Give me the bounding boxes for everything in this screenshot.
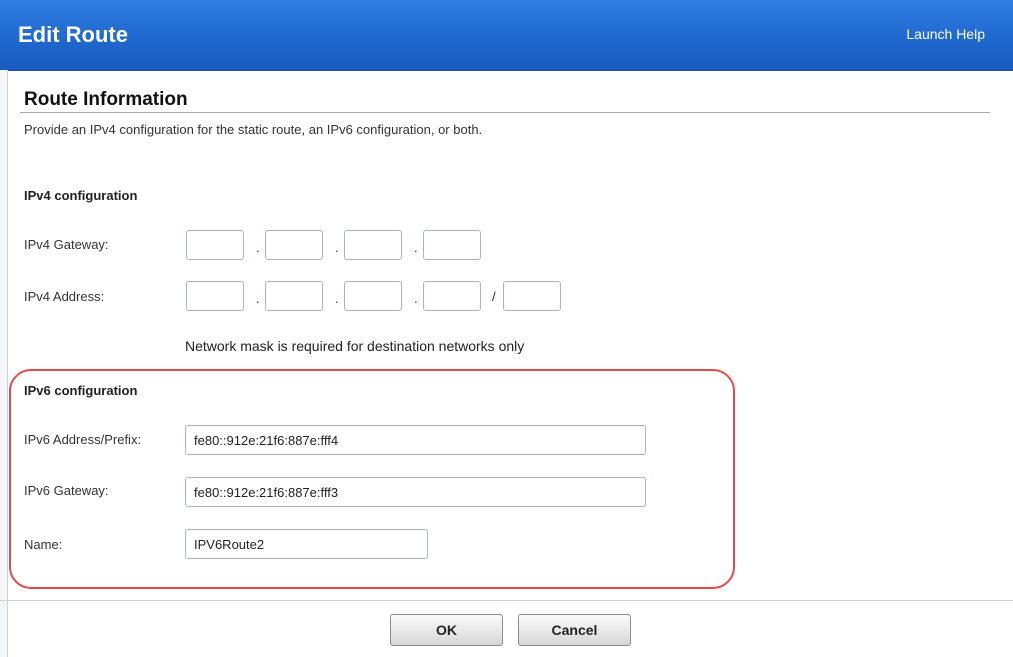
ipv4-gateway-label: IPv4 Gateway: [24, 237, 109, 252]
network-mask-note: Network mask is required for destination… [185, 338, 525, 354]
ipv4-address-octet-1[interactable] [186, 281, 244, 311]
section-divider [20, 112, 990, 113]
ipv4-address-dot-3: . [414, 291, 418, 306]
route-information-heading: Route Information [24, 89, 188, 110]
ipv4-address-dot-1: . [256, 291, 260, 306]
ipv4-address-octet-2[interactable] [265, 281, 323, 311]
route-name-input[interactable] [185, 529, 428, 559]
ipv4-address-dot-2: . [335, 291, 339, 306]
ipv4-gateway-dot-1: . [256, 240, 260, 255]
dialog-title: Edit Route [18, 22, 128, 47]
route-information-description: Provide an IPv4 configuration for the st… [24, 122, 483, 137]
dialog-left-edge [0, 70, 8, 657]
ipv4-address-label: IPv4 Address: [24, 289, 105, 304]
footer-divider [0, 600, 1013, 601]
ipv4-gateway-octet-4[interactable] [423, 230, 481, 260]
ipv4-gateway-octet-3[interactable] [344, 230, 402, 260]
ipv4-mask-slash: / [492, 289, 496, 304]
ipv4-address-octet-4[interactable] [423, 281, 481, 311]
ipv6-gateway-input[interactable] [185, 477, 646, 507]
ipv4-gateway-octet-1[interactable] [186, 230, 244, 260]
launch-help-link[interactable]: Launch Help [906, 26, 985, 42]
dialog-title-bar: Edit Route Launch Help [0, 0, 1013, 71]
ipv4-address-octet-3[interactable] [344, 281, 402, 311]
ipv6-address-prefix-label: IPv6 Address/Prefix: [24, 432, 142, 447]
ipv6-configuration-heading: IPv6 configuration [24, 383, 138, 398]
cancel-button[interactable]: Cancel [518, 614, 631, 646]
ipv4-gateway-octet-2[interactable] [265, 230, 323, 260]
ipv4-network-mask-input[interactable] [503, 281, 561, 311]
ipv4-configuration-heading: IPv4 configuration [24, 188, 138, 203]
route-name-label: Name: [24, 537, 63, 552]
ipv6-address-prefix-input[interactable] [185, 425, 646, 455]
ipv6-gateway-label: IPv6 Gateway: [24, 483, 109, 498]
ipv4-gateway-dot-3: . [414, 240, 418, 255]
ipv4-gateway-dot-2: . [335, 240, 339, 255]
ok-button[interactable]: OK [390, 614, 503, 646]
